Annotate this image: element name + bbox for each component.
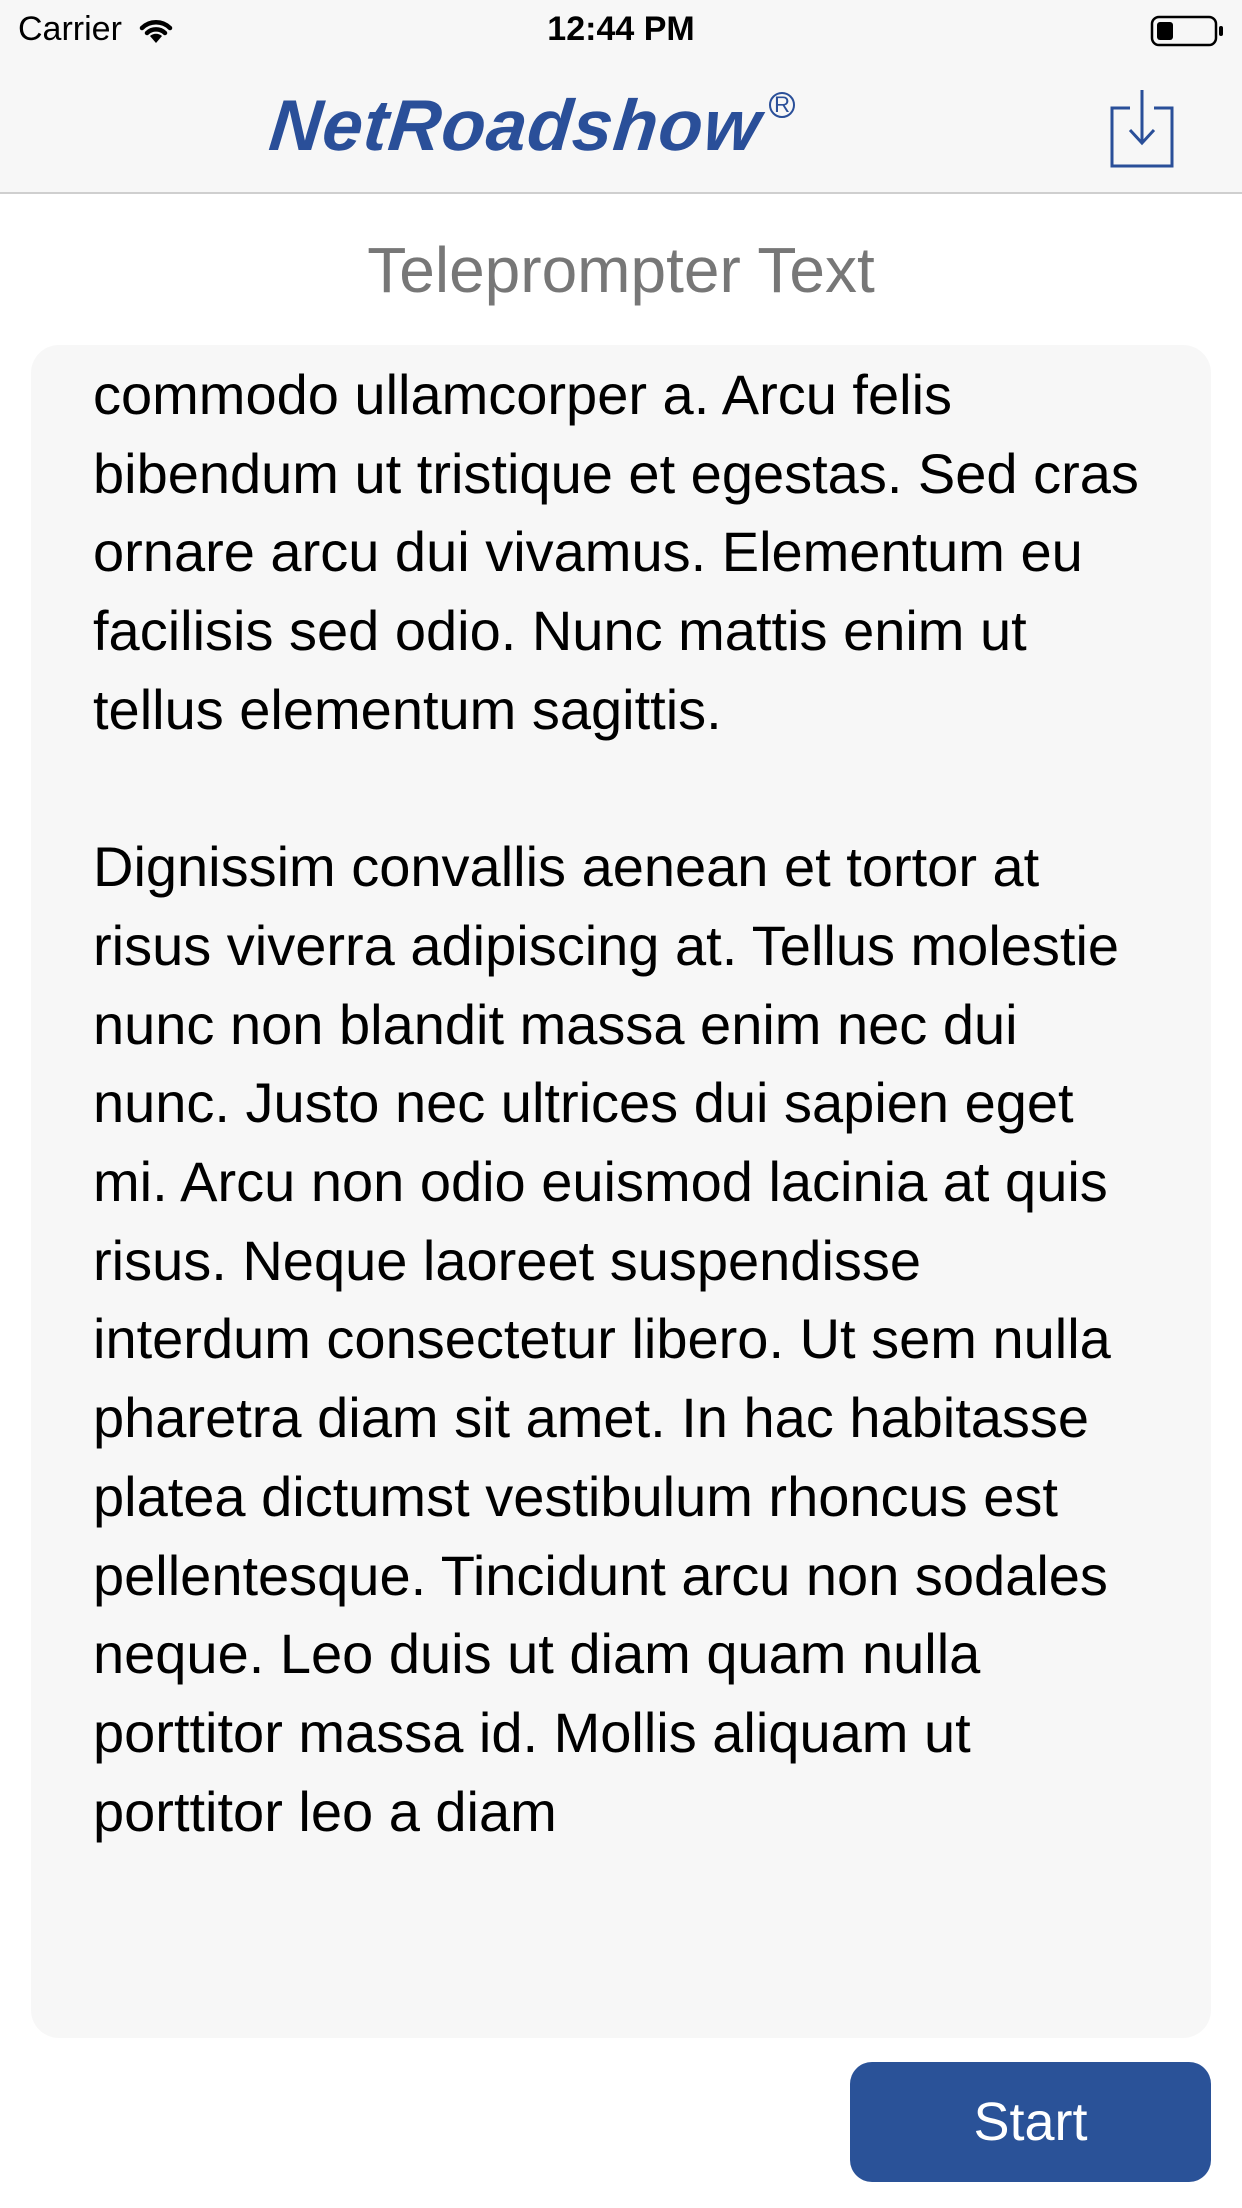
nav-bar: NetRoadshow R (0, 62, 1242, 192)
start-button[interactable]: Start (850, 2062, 1211, 2182)
download-icon (1110, 90, 1174, 168)
registered-mark: R (769, 92, 796, 118)
teleprompter-paragraph: Dignissim convallis aenean et tortor at … (93, 835, 1120, 1843)
teleprompter-paragraph: commodo ullamcorper a. Arcu felis bibend… (93, 363, 1139, 741)
top-chrome: Carrier 12:44 PM NetRoadshow R (0, 0, 1242, 194)
download-button[interactable] (1108, 86, 1176, 170)
status-time: 12:44 PM (547, 10, 695, 48)
netroadshow-logo: NetRoadshow R (266, 86, 796, 170)
teleprompter-text: commodo ullamcorper a. Arcu felis bibend… (93, 356, 1151, 1930)
page-title: Teleprompter Text (367, 234, 875, 306)
teleprompter-text-panel[interactable]: commodo ullamcorper a. Arcu felis bibend… (31, 345, 1211, 2038)
battery-icon (1150, 15, 1223, 47)
logo-text: NetRoadshow (265, 86, 766, 166)
status-bar: Carrier 12:44 PM (0, 0, 1242, 62)
